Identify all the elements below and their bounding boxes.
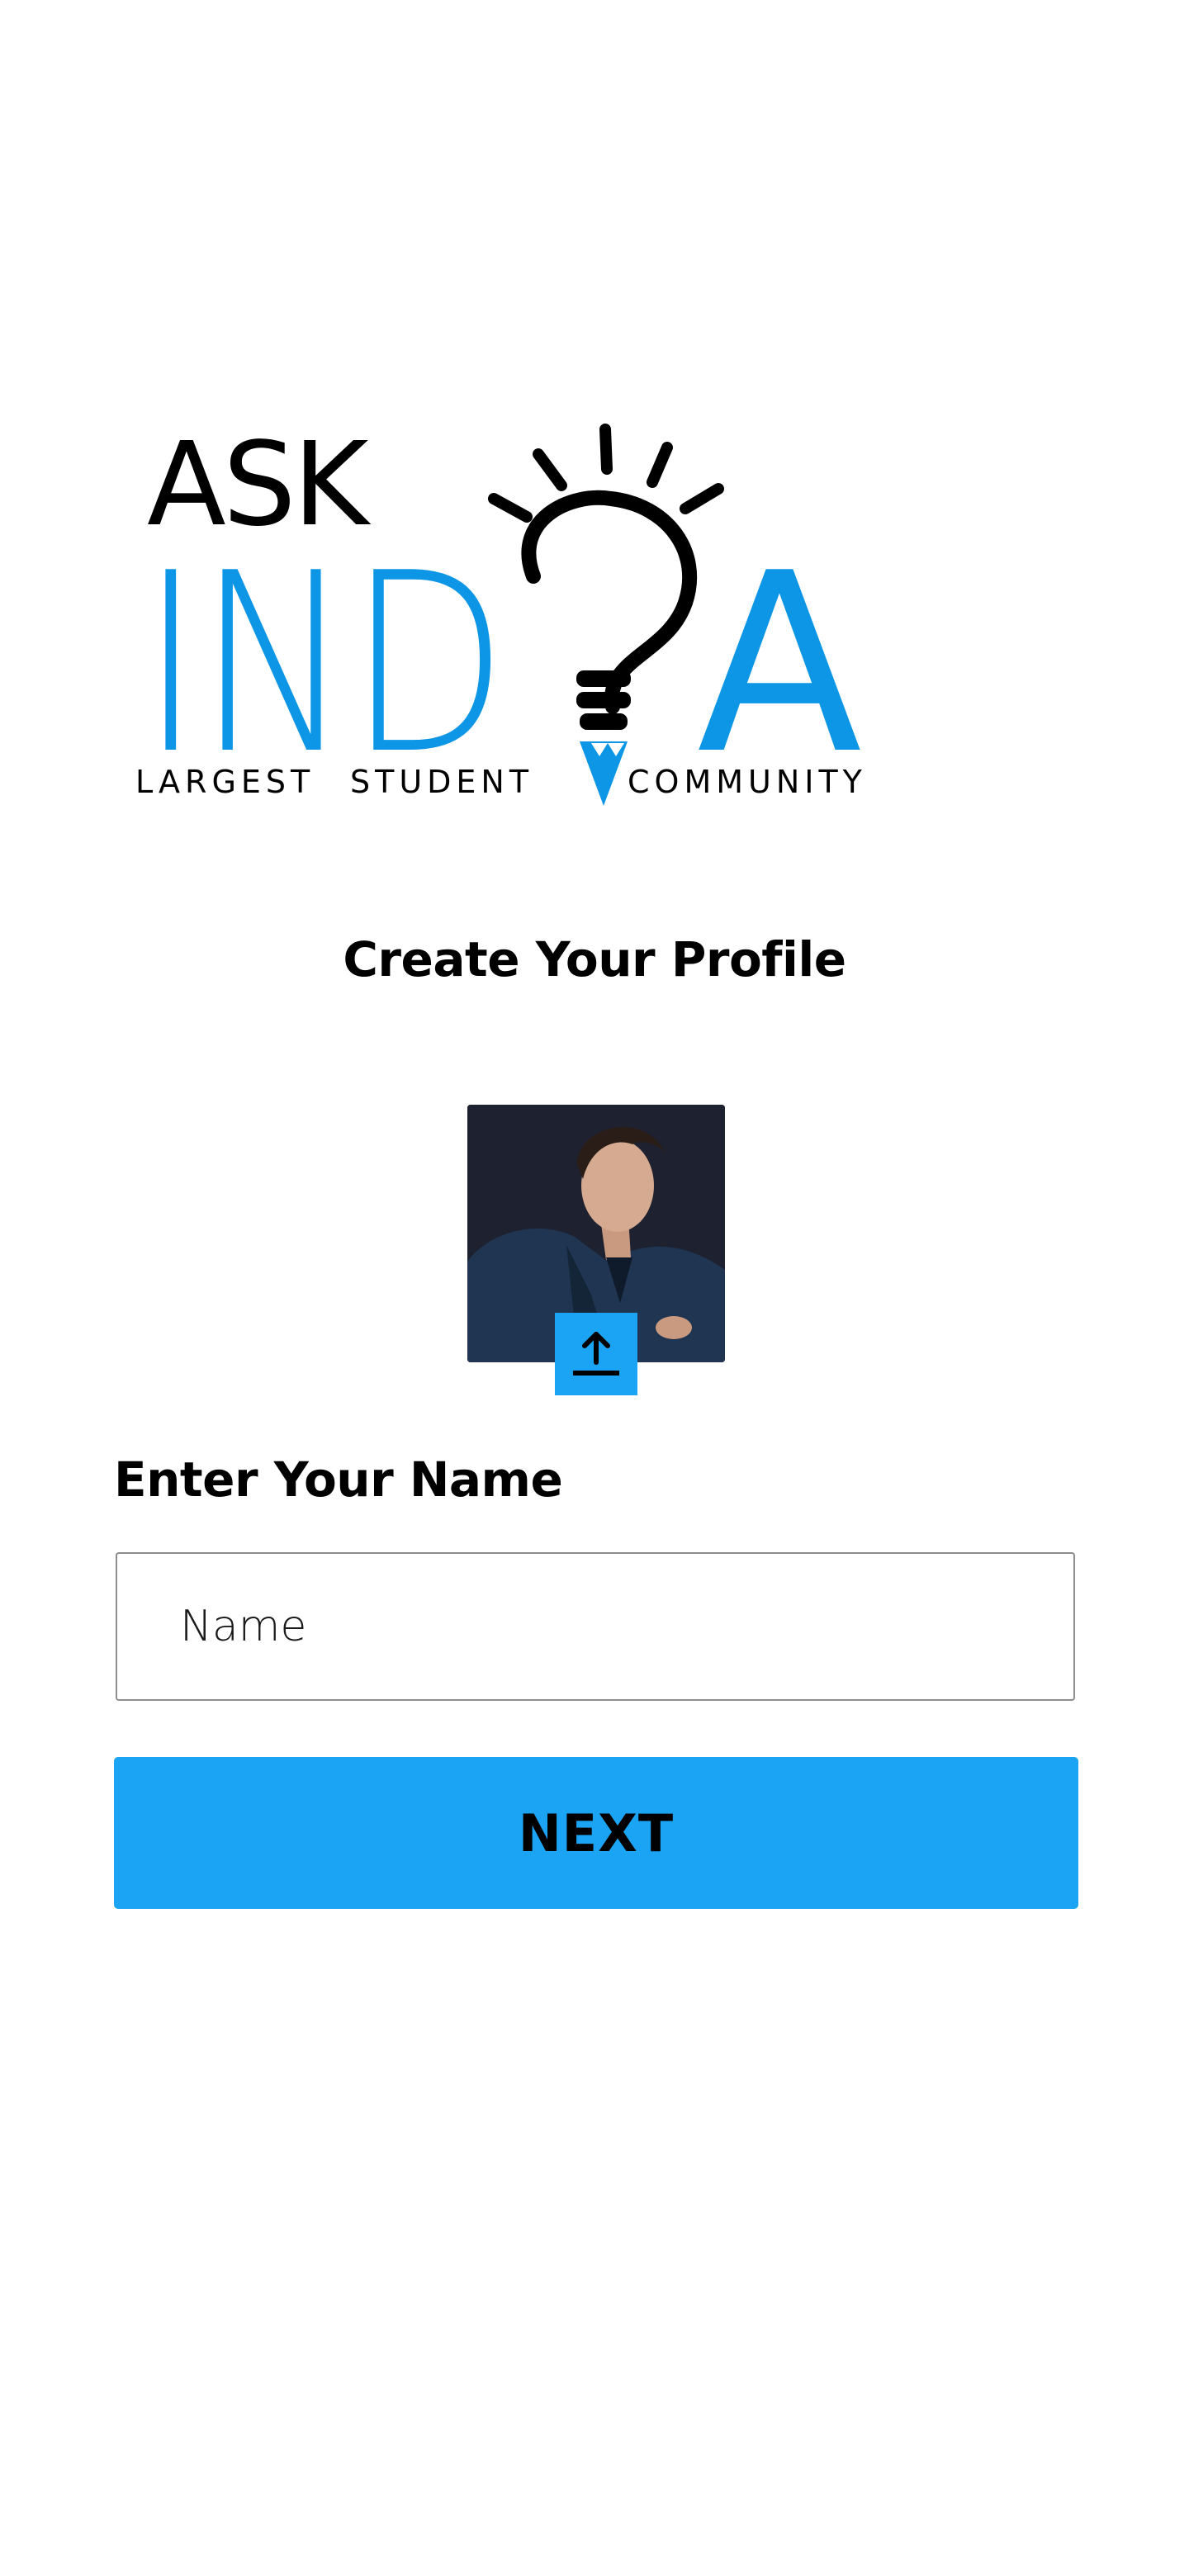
page-title: Create Your Profile [343, 931, 846, 987]
logo-tagline-largest: LARGEST [135, 764, 315, 800]
app-logo: ASK IND A LARGEST STUDENT COMMUNITY [124, 413, 883, 817]
logo-tagline-community: COMMUNITY [628, 764, 867, 800]
upload-icon [573, 1332, 619, 1376]
pencil-tip [580, 741, 628, 806]
lightbulb-base [576, 670, 631, 730]
name-label: Enter Your Name [114, 1451, 563, 1508]
name-input[interactable] [116, 1552, 1075, 1701]
avatar-container [467, 1105, 725, 1395]
next-button[interactable]: NEXT [114, 1757, 1078, 1909]
logo-tagline-student: STUDENT [350, 764, 533, 800]
lightbulb-question-icon [488, 424, 724, 714]
upload-photo-button[interactable] [555, 1313, 637, 1395]
